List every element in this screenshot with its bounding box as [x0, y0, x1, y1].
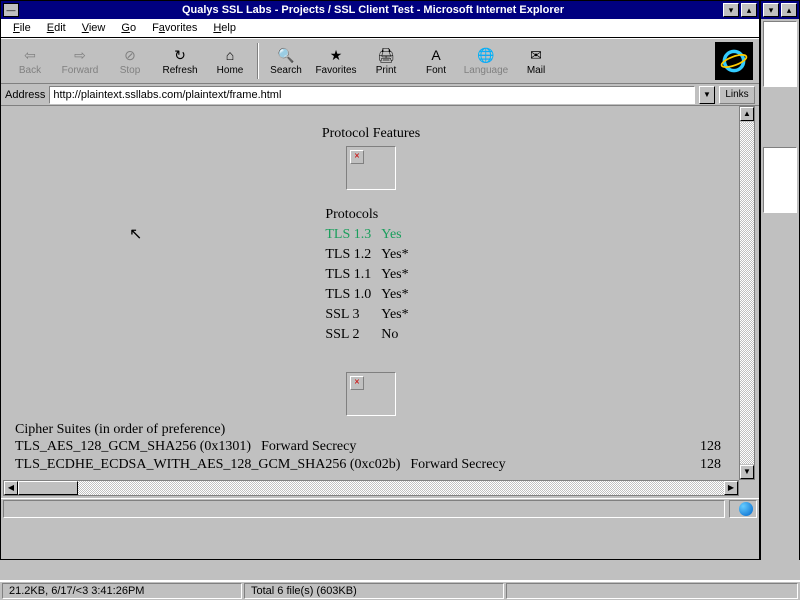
language-icon: 🌐	[476, 46, 496, 64]
scroll-right-button[interactable]: ▶	[724, 481, 738, 495]
forward-button[interactable]: ⇨Forward	[55, 41, 105, 81]
statusbar	[1, 498, 759, 518]
side-body	[761, 21, 799, 580]
scroll-up-button[interactable]: ▲	[740, 107, 754, 121]
maximize-button[interactable]: ▴	[741, 3, 757, 17]
minimize-button[interactable]: ▾	[723, 3, 739, 17]
globe-icon	[739, 502, 753, 516]
menu-help[interactable]: Help	[207, 21, 242, 35]
back-button[interactable]: ⇦Back	[5, 41, 55, 81]
search-button[interactable]: 🔍Search	[261, 41, 311, 81]
status-pane	[3, 500, 725, 518]
broken-image-icon: ×	[346, 146, 396, 190]
menu-go[interactable]: Go	[115, 21, 142, 35]
table-row: SSL 2No	[325, 326, 416, 344]
page-content: ↖ Protocol Features × Protocols TLS 1.3Y…	[3, 106, 739, 480]
content-frame: ↖ Protocol Features × Protocols TLS 1.3Y…	[1, 106, 757, 498]
broken-x-icon: ×	[350, 376, 364, 390]
scroll-track[interactable]	[18, 481, 724, 495]
scroll-down-button[interactable]: ▼	[740, 465, 754, 479]
refresh-button[interactable]: ↻Refresh	[155, 41, 205, 81]
cipher-suites-heading: Cipher Suites (in order of preference)	[15, 422, 727, 438]
menu-view[interactable]: View	[76, 21, 112, 35]
taskbar-status-left: 21.2KB, 6/17/<3 3:41:26PM	[2, 583, 242, 599]
home-icon: ⌂	[220, 46, 240, 64]
taskbar: 21.2KB, 6/17/<3 3:41:26PM Total 6 file(s…	[0, 580, 800, 600]
toolbar: ⇦Back ⇨Forward ⊘Stop ↻Refresh ⌂Home 🔍Sea…	[1, 38, 759, 84]
system-menu-icon[interactable]: —	[3, 3, 19, 17]
menu-file[interactable]: File	[7, 21, 37, 35]
address-dropdown-button[interactable]: ▼	[699, 86, 715, 104]
scroll-thumb[interactable]	[18, 481, 78, 495]
protocol-features-heading: Protocol Features	[15, 126, 727, 142]
stop-icon: ⊘	[120, 46, 140, 64]
menubar: File Edit View Go Favorites Help	[1, 19, 759, 38]
side-panel	[763, 21, 797, 87]
ie-logo-icon	[715, 42, 753, 80]
cipher-row: TLS_AES_128_GCM_SHA256 (0x1301) Forward …	[15, 438, 727, 456]
address-input[interactable]	[49, 86, 695, 104]
language-button[interactable]: 🌐Language	[461, 41, 511, 81]
font-button[interactable]: AFont	[411, 41, 461, 81]
scroll-track[interactable]	[740, 122, 754, 464]
links-button[interactable]: Links	[719, 86, 755, 104]
vertical-scrollbar[interactable]: ▲ ▼	[739, 106, 755, 480]
home-button[interactable]: ⌂Home	[205, 41, 255, 81]
broken-image-icon: ×	[346, 372, 396, 416]
stop-button[interactable]: ⊘Stop	[105, 41, 155, 81]
print-icon: 🖨	[376, 46, 396, 64]
side-maximize-button[interactable]: ▴	[781, 3, 797, 17]
address-label: Address	[5, 89, 45, 101]
font-icon: A	[426, 46, 446, 64]
cursor-icon: ↖	[129, 224, 142, 244]
table-row: TLS 1.3Yes	[325, 226, 416, 244]
refresh-icon: ↻	[170, 46, 190, 64]
back-icon: ⇦	[20, 46, 40, 64]
scroll-left-button[interactable]: ◀	[4, 481, 18, 495]
broken-x-icon: ×	[350, 150, 364, 164]
ie-window: — Qualys SSL Labs - Projects / SSL Clien…	[0, 0, 760, 560]
table-row: TLS 1.0Yes*	[325, 286, 416, 304]
table-row: TLS 1.1Yes*	[325, 266, 416, 284]
taskbar-status-mid: Total 6 file(s) (603KB)	[244, 583, 504, 599]
side-window: ▾ ▴	[760, 0, 800, 560]
search-icon: 🔍	[276, 46, 296, 64]
protocols-table: Protocols TLS 1.3Yes TLS 1.2Yes* TLS 1.1…	[323, 204, 418, 346]
menu-edit[interactable]: Edit	[41, 21, 72, 35]
address-bar: Address ▼ Links	[1, 84, 759, 106]
table-row: TLS 1.2Yes*	[325, 246, 416, 264]
taskbar-status-right	[506, 583, 798, 599]
print-button[interactable]: 🖨Print	[361, 41, 411, 81]
mail-button[interactable]: ✉Mail	[511, 41, 561, 81]
forward-icon: ⇨	[70, 46, 90, 64]
mail-icon: ✉	[526, 46, 546, 64]
side-panel	[763, 147, 797, 213]
horizontal-scrollbar[interactable]: ◀ ▶	[3, 480, 739, 496]
table-row: SSL 3Yes*	[325, 306, 416, 324]
window-title: Qualys SSL Labs - Projects / SSL Client …	[23, 4, 723, 16]
side-minimize-button[interactable]: ▾	[763, 3, 779, 17]
protocols-heading: Protocols	[325, 206, 416, 224]
status-globe-pane	[729, 500, 757, 518]
favorites-button[interactable]: ★Favorites	[311, 41, 361, 81]
cipher-row: TLS_ECDHE_ECDSA_WITH_AES_128_GCM_SHA256 …	[15, 456, 727, 474]
titlebar[interactable]: — Qualys SSL Labs - Projects / SSL Clien…	[1, 1, 759, 19]
favorites-icon: ★	[326, 46, 346, 64]
toolbar-separator	[257, 43, 259, 79]
side-titlebar[interactable]: ▾ ▴	[761, 1, 799, 19]
menu-favorites[interactable]: Favorites	[146, 21, 203, 35]
